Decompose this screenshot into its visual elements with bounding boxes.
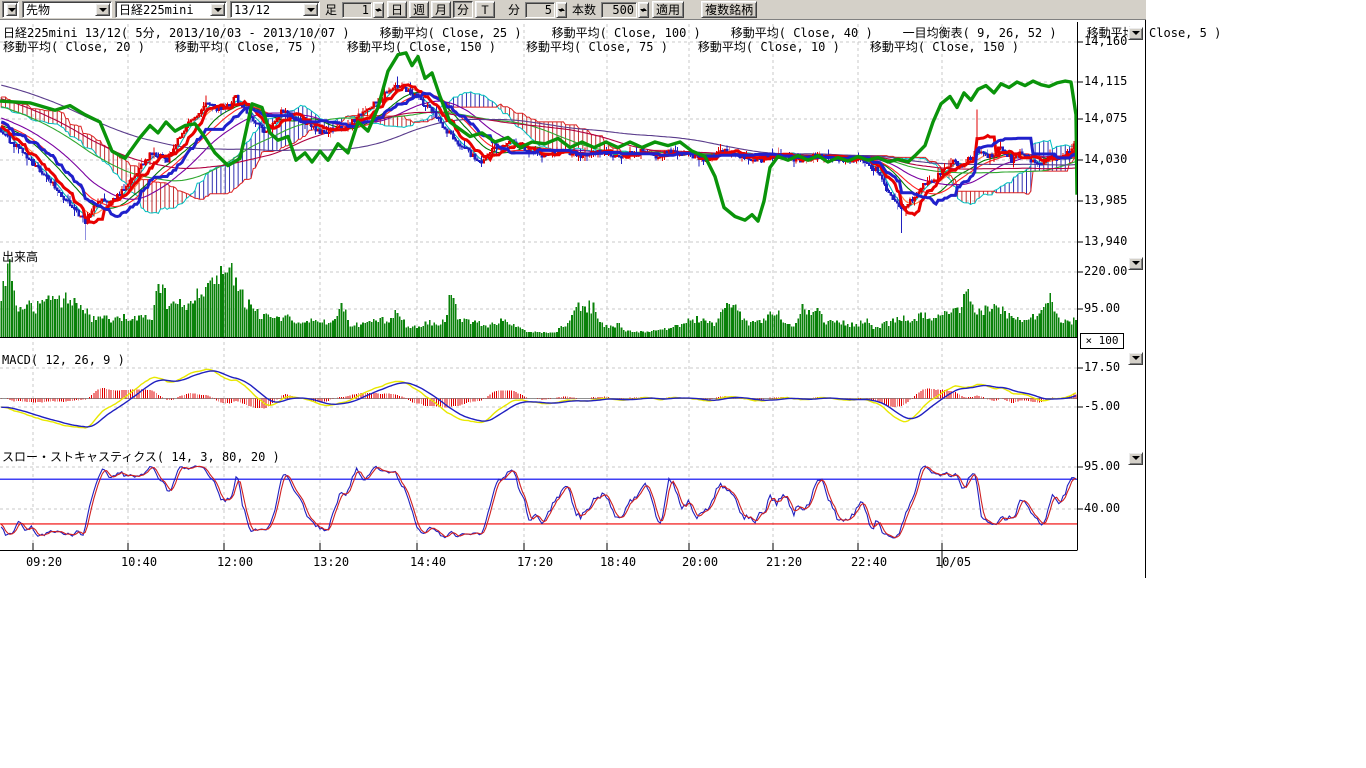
- legend-item: 移動平均( Close, 75 ): [175, 38, 317, 55]
- stoch-panel-menu-button[interactable]: [1128, 452, 1143, 465]
- volume-axis-label: 220.00: [1084, 265, 1127, 278]
- combo-symbol[interactable]: 日経225mini: [115, 1, 227, 18]
- combo-instrument-type-value: 先物: [26, 1, 50, 18]
- chevron-down-icon[interactable]: [303, 3, 318, 16]
- time-axis-label: 14:40: [410, 556, 446, 569]
- legend-item: 移動平均( Close, 10 ): [698, 38, 840, 55]
- price-axis-label: 13,940: [1084, 235, 1127, 248]
- chart-area: 先物日経225mini13/12 足 1 日週月分T 分 5 本数 500 適用…: [0, 0, 1366, 768]
- chevron-down-icon[interactable]: [210, 3, 225, 16]
- minute-value[interactable]: 5: [525, 2, 555, 18]
- spinner-icon[interactable]: [373, 2, 384, 18]
- time-axis-label: 22:40: [851, 556, 887, 569]
- macd-axis-label: -5.00: [1084, 400, 1120, 413]
- chevron-down-icon[interactable]: [95, 3, 110, 16]
- period-button-week[interactable]: 週: [409, 1, 429, 18]
- time-axis-label: 12:00: [217, 556, 253, 569]
- volume-panel-title: 出来高: [2, 251, 38, 264]
- price-axis-label: 14,030: [1084, 153, 1127, 166]
- period-button-minute[interactable]: 分: [453, 1, 473, 18]
- period-stepper[interactable]: 1: [342, 2, 384, 18]
- chevron-down-icon: [1132, 456, 1140, 464]
- stoch-panel-title: スロー・ストキャスティクス( 14, 3, 80, 20 ): [2, 451, 280, 464]
- time-axis-label: 10/05: [935, 556, 971, 569]
- time-axis-label: 09:20: [26, 556, 62, 569]
- legend-item: 移動平均( Close, 150 ): [347, 38, 496, 55]
- period-button-month[interactable]: 月: [431, 1, 451, 18]
- time-axis-label: 21:20: [766, 556, 802, 569]
- combo-contract-month-value: 13/12: [234, 3, 270, 17]
- chevron-down-icon: [6, 3, 17, 16]
- stoch-axis-label: 95.00: [1084, 460, 1120, 473]
- period-value[interactable]: 1: [342, 2, 372, 18]
- legend-item: 移動平均( Close, 150 ): [870, 38, 1019, 55]
- chevron-down-icon: [1132, 261, 1140, 269]
- period-type-label: 足: [323, 1, 339, 18]
- price-axis-label: 14,160: [1084, 35, 1127, 48]
- time-axis-label: 18:40: [600, 556, 636, 569]
- macd-panel-menu-button[interactable]: [1128, 352, 1143, 365]
- macd-panel-title: MACD( 12, 26, 9 ): [2, 354, 125, 367]
- toolbar: 先物日経225mini13/12 足 1 日週月分T 分 5 本数 500 適用…: [0, 0, 1146, 20]
- bar-count-value[interactable]: 500: [601, 2, 637, 18]
- chevron-down-icon: [1132, 356, 1140, 364]
- spinner-icon[interactable]: [556, 2, 567, 18]
- combo-contract-month[interactable]: 13/12: [230, 1, 320, 18]
- price-axis-label: 13,985: [1084, 194, 1127, 207]
- chevron-down-icon: [1132, 31, 1140, 39]
- stoch-axis-label: 40.00: [1084, 502, 1120, 515]
- legend-item: 移動平均( Close, 20 ): [3, 38, 145, 55]
- volume-panel-menu-button[interactable]: [1128, 257, 1143, 270]
- symbol-quick-dropdown[interactable]: [2, 1, 19, 18]
- chart-canvas[interactable]: [0, 0, 1366, 768]
- macd-axis-label: 17.50: [1084, 361, 1120, 374]
- volume-multiplier-badge: × 100: [1080, 333, 1124, 349]
- time-axis-label: 13:20: [313, 556, 349, 569]
- minute-label: 分: [506, 1, 522, 18]
- period-button-tick[interactable]: T: [475, 1, 495, 18]
- legend-row-2: 移動平均( Close, 20 ) 移動平均( Close, 75 ) 移動平均( …: [3, 38, 1049, 55]
- period-button-day[interactable]: 日: [387, 1, 407, 18]
- combo-symbol-value: 日経225mini: [119, 1, 194, 18]
- bar-count-stepper[interactable]: 500: [601, 2, 649, 18]
- spinner-icon[interactable]: [638, 2, 649, 18]
- apply-button[interactable]: 適用: [652, 1, 684, 18]
- volume-axis-label: 95.00: [1084, 302, 1120, 315]
- time-axis-label: 10:40: [121, 556, 157, 569]
- combo-instrument-type[interactable]: 先物: [22, 1, 112, 18]
- minute-stepper[interactable]: 5: [525, 2, 567, 18]
- bar-count-label: 本数: [570, 1, 598, 18]
- time-axis-label: 17:20: [517, 556, 553, 569]
- multi-symbol-button[interactable]: 複数銘柄: [701, 1, 757, 18]
- price-axis-label: 14,075: [1084, 112, 1127, 125]
- main-panel-menu-button[interactable]: [1128, 27, 1143, 40]
- time-axis-label: 20:00: [682, 556, 718, 569]
- price-axis-label: 14,115: [1084, 75, 1127, 88]
- legend-item: 移動平均( Close, 75 ): [526, 38, 668, 55]
